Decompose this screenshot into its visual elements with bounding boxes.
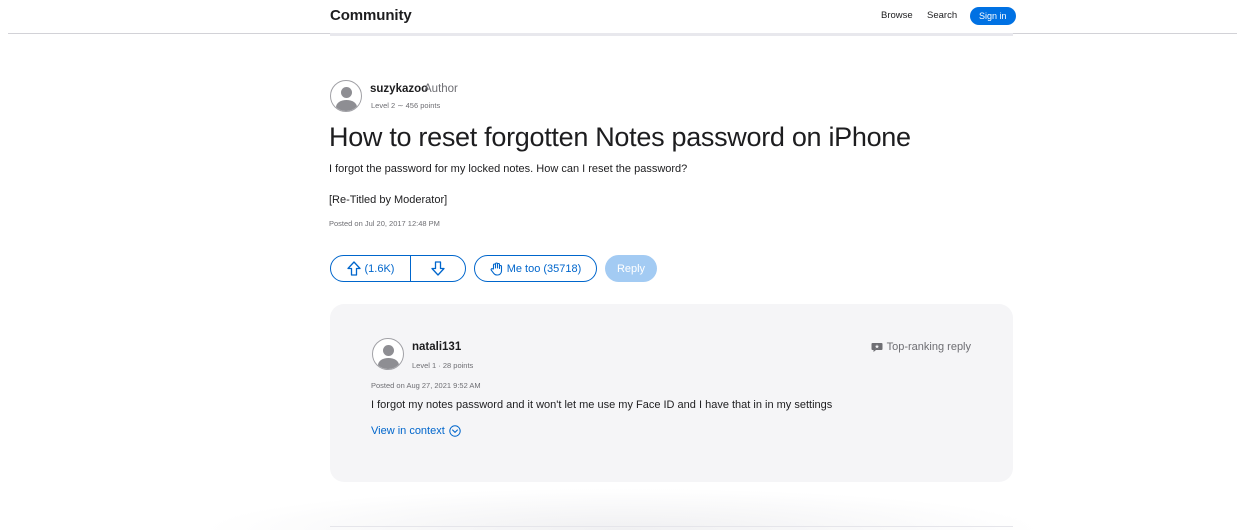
avatar-head	[341, 87, 352, 98]
me-too-label: Me too (35718)	[506, 262, 582, 275]
upvote-count: (1.6K)	[364, 262, 395, 275]
raised-hand-icon	[490, 261, 503, 276]
reply-posted-date: Posted on Aug 27, 2021 9:52 AM	[371, 381, 481, 390]
speech-bubble-icon	[871, 342, 883, 353]
top-reply-card: natali131 Level 1 · 28 points Top-rankin…	[330, 304, 1013, 482]
question-title: How to reset forgotten Notes password on…	[329, 122, 911, 152]
section-divider	[330, 526, 1013, 527]
author-level-points: Level 2 ∼ 456 points	[371, 101, 441, 110]
global-header: Community Browse Search Sign in	[0, 0, 1245, 36]
arrow-up-icon	[346, 261, 361, 276]
sign-in-button[interactable]: Sign in	[970, 7, 1016, 25]
me-too-button[interactable]: Me too (35718)	[474, 255, 597, 282]
view-in-context-link[interactable]: View in context	[371, 425, 461, 437]
reply-button[interactable]: Reply	[605, 255, 657, 282]
avatar-body	[336, 100, 357, 111]
top-ranking-label: Top-ranking reply	[886, 341, 971, 353]
arrow-down-icon	[431, 261, 445, 276]
reply-body: I forgot my notes password and it won't …	[371, 399, 833, 411]
search-link[interactable]: Search	[927, 10, 957, 21]
question-body: I forgot the password for my locked note…	[329, 163, 688, 175]
reply-author-avatar[interactable]	[372, 338, 404, 370]
author-avatar[interactable]	[330, 80, 362, 112]
community-logo-link[interactable]: Community	[330, 7, 412, 24]
downvote-button[interactable]	[411, 256, 465, 281]
vote-buttons: (1.6K)	[330, 255, 466, 282]
upvote-button[interactable]: (1.6K)	[331, 256, 411, 281]
avatar-body	[378, 358, 399, 369]
header-shadow	[330, 33, 1013, 36]
browse-link[interactable]: Browse	[881, 10, 913, 21]
top-ranking-badge: Top-ranking reply	[871, 341, 971, 353]
reply-author-username-link[interactable]: natali131	[412, 341, 461, 353]
reply-author-level-points: Level 1 · 28 points	[412, 361, 474, 370]
moderator-note: [Re-Titled by Moderator]	[329, 194, 448, 206]
author-role-badge: Author	[424, 83, 458, 95]
footer-shadow	[200, 488, 1045, 530]
author-username-link[interactable]: suzykazoo	[370, 83, 428, 95]
avatar-head	[383, 345, 394, 356]
view-in-context-label: View in context	[371, 425, 445, 437]
chevron-down-circle-icon	[449, 425, 461, 437]
question-posted-date: Posted on Jul 20, 2017 12:48 PM	[329, 219, 440, 228]
